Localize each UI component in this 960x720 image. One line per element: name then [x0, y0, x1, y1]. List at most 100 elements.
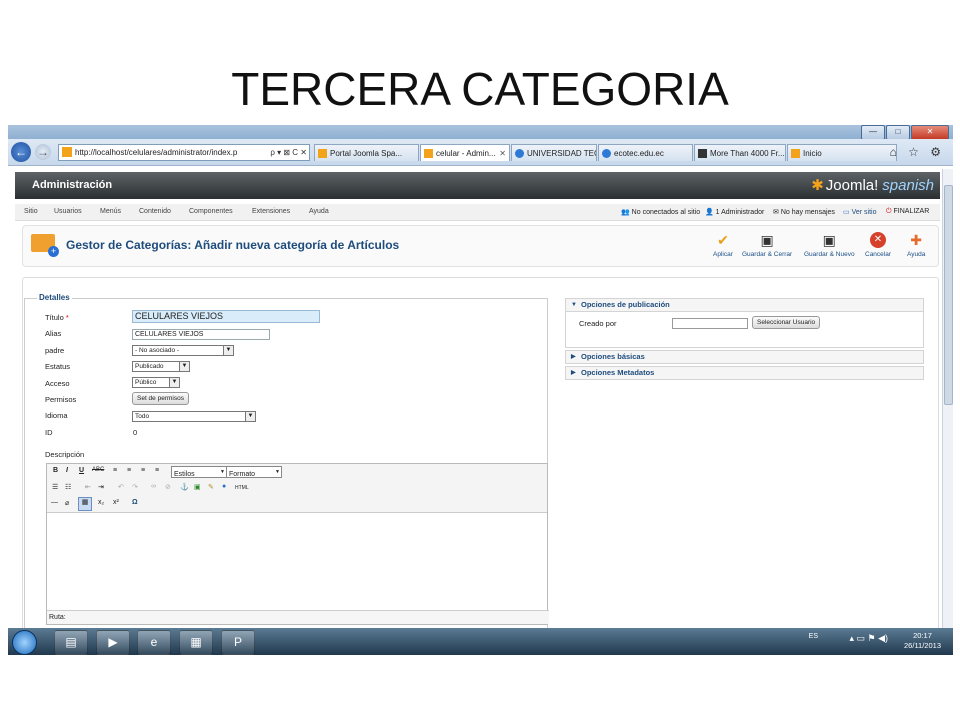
scrollbar-thumb[interactable]: [944, 185, 953, 405]
horizontal-rule-icon[interactable]: —: [51, 499, 58, 506]
tab-more-than-4000[interactable]: More Than 4000 Fr...: [694, 144, 786, 161]
parent-select[interactable]: - No asociado - ▼: [132, 345, 234, 356]
cleanup-icon[interactable]: ✎: [208, 483, 214, 491]
system-clock[interactable]: 20:17 26/11/2013: [904, 631, 941, 651]
language-select[interactable]: Todo ▼: [132, 411, 256, 422]
browser-navbar: ← → http://localhost/celulares/administr…: [8, 139, 953, 166]
strikethrough-icon[interactable]: ABC: [92, 467, 104, 473]
subscript-icon[interactable]: x₂: [98, 499, 104, 506]
logout-link[interactable]: ⏻ FINALIZAR: [886, 208, 929, 216]
underline-icon[interactable]: U: [79, 467, 84, 474]
metadata-options-header[interactable]: ▶ Opciones Metadatos: [565, 366, 924, 380]
tab-ecotec[interactable]: ecotec.edu.ec: [598, 144, 693, 161]
tab-close-icon[interactable]: ✕: [499, 145, 506, 161]
language-label: Idioma: [45, 411, 68, 420]
menu-ayuda[interactable]: Ayuda: [309, 208, 329, 215]
bullet-list-icon[interactable]: ☰: [52, 483, 58, 491]
triangle-right-icon: ▶: [571, 354, 576, 360]
maximize-button[interactable]: □: [886, 125, 910, 140]
numbered-list-icon[interactable]: ☷: [65, 483, 71, 491]
menu-extensiones[interactable]: Extensiones: [252, 208, 290, 215]
forward-button[interactable]: →: [35, 144, 51, 160]
tab-celular-admin[interactable]: celular - Admin... ✕: [420, 144, 510, 161]
messages-status[interactable]: ✉ No hay mensajes: [773, 208, 835, 216]
back-button[interactable]: ←: [11, 142, 31, 162]
align-justify-icon[interactable]: ≡: [155, 467, 159, 474]
indent-icon[interactable]: ⇥: [98, 483, 104, 491]
styles-select[interactable]: Estilos ▼: [171, 466, 227, 478]
minimize-button[interactable]: —: [861, 125, 885, 140]
apply-label: Aplicar: [713, 251, 733, 258]
chevron-down-icon: ▼: [169, 378, 179, 387]
chevron-down-icon: ▼: [223, 346, 233, 355]
unlink-icon[interactable]: ⊘: [165, 483, 171, 491]
basic-options-header[interactable]: ▶ Opciones básicas: [565, 350, 924, 364]
home-star-gear-icons[interactable]: ⌂ ☆ ⚙: [890, 145, 945, 159]
alias-input[interactable]: CELULARES VIEJOS: [132, 329, 270, 340]
format-select[interactable]: Formato ▼: [226, 466, 282, 478]
menu-contenido[interactable]: Contenido: [139, 208, 171, 215]
ie-taskbar-icon[interactable]: e: [137, 630, 171, 655]
save-new-button[interactable]: ▣ Guardar & Nuevo: [804, 232, 855, 258]
page-scrollbar[interactable]: [942, 169, 953, 629]
select-user-button[interactable]: Seleccionar Usuario: [752, 316, 821, 329]
admins-status[interactable]: 👤 1 Administrador: [705, 208, 764, 216]
tab-label: More Than 4000 Fr...: [710, 149, 785, 158]
screenshot: — □ ✕ ← → http://localhost/celulares/adm…: [8, 125, 953, 655]
link-icon[interactable]: ∞: [151, 483, 156, 490]
align-center-icon[interactable]: ≡: [127, 467, 131, 474]
italic-icon[interactable]: I: [66, 467, 68, 474]
status-select[interactable]: Publicado ▼: [132, 361, 190, 372]
editor-content-area[interactable]: [47, 512, 547, 610]
powerpoint-taskbar-icon[interactable]: P: [221, 630, 255, 655]
publishing-options-body: Creado por Seleccionar Usuario: [565, 312, 924, 348]
bold-icon[interactable]: B: [53, 467, 58, 474]
view-site-link[interactable]: ▭ Ver sitio: [843, 208, 876, 216]
address-bar[interactable]: http://localhost/celulares/administrator…: [58, 144, 310, 161]
superscript-icon[interactable]: x²: [113, 499, 119, 506]
permissions-button[interactable]: Set de permisos: [132, 392, 189, 405]
media-player-taskbar-icon[interactable]: ▶: [96, 630, 130, 655]
tray-icons[interactable]: ▴ ▭ ⚑ ◀): [849, 633, 888, 644]
close-window-button[interactable]: ✕: [911, 125, 949, 140]
redo-icon[interactable]: ↷: [132, 483, 138, 491]
remove-format-icon[interactable]: ⌀: [65, 499, 69, 507]
align-right-icon[interactable]: ≡: [141, 467, 145, 474]
label-text: Título: [45, 313, 64, 322]
save-close-button[interactable]: ▣ Guardar & Cerrar: [742, 232, 792, 258]
align-left-icon[interactable]: ≡: [113, 467, 117, 474]
access-select[interactable]: Público ▼: [132, 377, 180, 388]
not-connected-status[interactable]: 👥 No conectados al sitio: [621, 208, 700, 216]
start-button[interactable]: [12, 630, 37, 655]
menu-usuarios[interactable]: Usuarios: [54, 208, 82, 215]
help-button[interactable]: ✚ Ayuda: [907, 232, 925, 258]
help-circle-icon[interactable]: ●: [222, 483, 226, 490]
visual-aid-icon[interactable]: ▦: [78, 497, 92, 511]
format-text: Formato: [229, 471, 256, 478]
anchor-icon[interactable]: ⚓: [180, 483, 189, 491]
joomla-header: Administración ✱ Joomla! spanish: [15, 172, 940, 199]
language-indicator[interactable]: ES: [809, 633, 818, 640]
created-by-input[interactable]: [672, 318, 748, 329]
menu-sitio[interactable]: Sitio: [24, 208, 38, 215]
special-char-icon[interactable]: Ω: [132, 499, 138, 506]
site-favicon-icon: [62, 147, 72, 157]
address-controls[interactable]: ρ ▾ ⊠ C ✕: [270, 145, 307, 160]
tab-inicio[interactable]: Inicio: [787, 144, 897, 161]
title-input[interactable]: CELULARES VIEJOS: [132, 310, 320, 323]
tab-portal-joomla[interactable]: Portal Joomla Spa...: [314, 144, 419, 161]
logo-suffix: spanish: [882, 177, 934, 194]
menu-menus[interactable]: Menús: [100, 208, 121, 215]
image-icon[interactable]: ▣: [194, 483, 201, 491]
publishing-options-header[interactable]: ▼ Opciones de publicación: [565, 298, 924, 312]
html-icon[interactable]: HTML: [235, 485, 249, 491]
ie-tab-icon: [602, 149, 611, 158]
onenote-taskbar-icon[interactable]: ▦: [179, 630, 213, 655]
cancel-button[interactable]: ✕ Cancelar: [865, 232, 891, 258]
tab-universidad[interactable]: UNIVERSIDAD TEC...: [511, 144, 597, 161]
undo-icon[interactable]: ↶: [118, 483, 124, 491]
apply-button[interactable]: ✔ Aplicar: [713, 232, 733, 258]
outdent-icon[interactable]: ⇤: [85, 483, 91, 491]
menu-componentes[interactable]: Componentes: [189, 208, 233, 215]
explorer-taskbar-icon[interactable]: ▤: [54, 630, 88, 655]
